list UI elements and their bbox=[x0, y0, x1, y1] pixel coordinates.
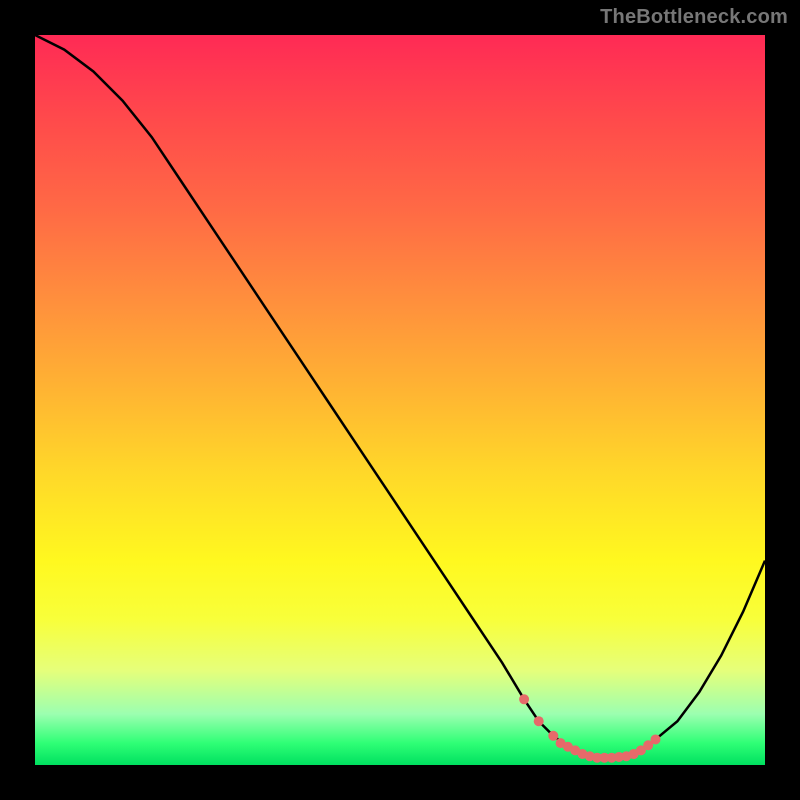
optimum-marker bbox=[519, 694, 529, 704]
chart-frame: TheBottleneck.com bbox=[0, 0, 800, 800]
optimum-marker bbox=[548, 731, 558, 741]
optimum-marker bbox=[651, 734, 661, 744]
bottleneck-curve bbox=[35, 35, 765, 758]
watermark-text: TheBottleneck.com bbox=[600, 6, 788, 29]
plot-area bbox=[35, 35, 765, 765]
optimum-marker bbox=[534, 716, 544, 726]
optimum-markers bbox=[519, 694, 660, 762]
chart-svg bbox=[35, 35, 765, 765]
